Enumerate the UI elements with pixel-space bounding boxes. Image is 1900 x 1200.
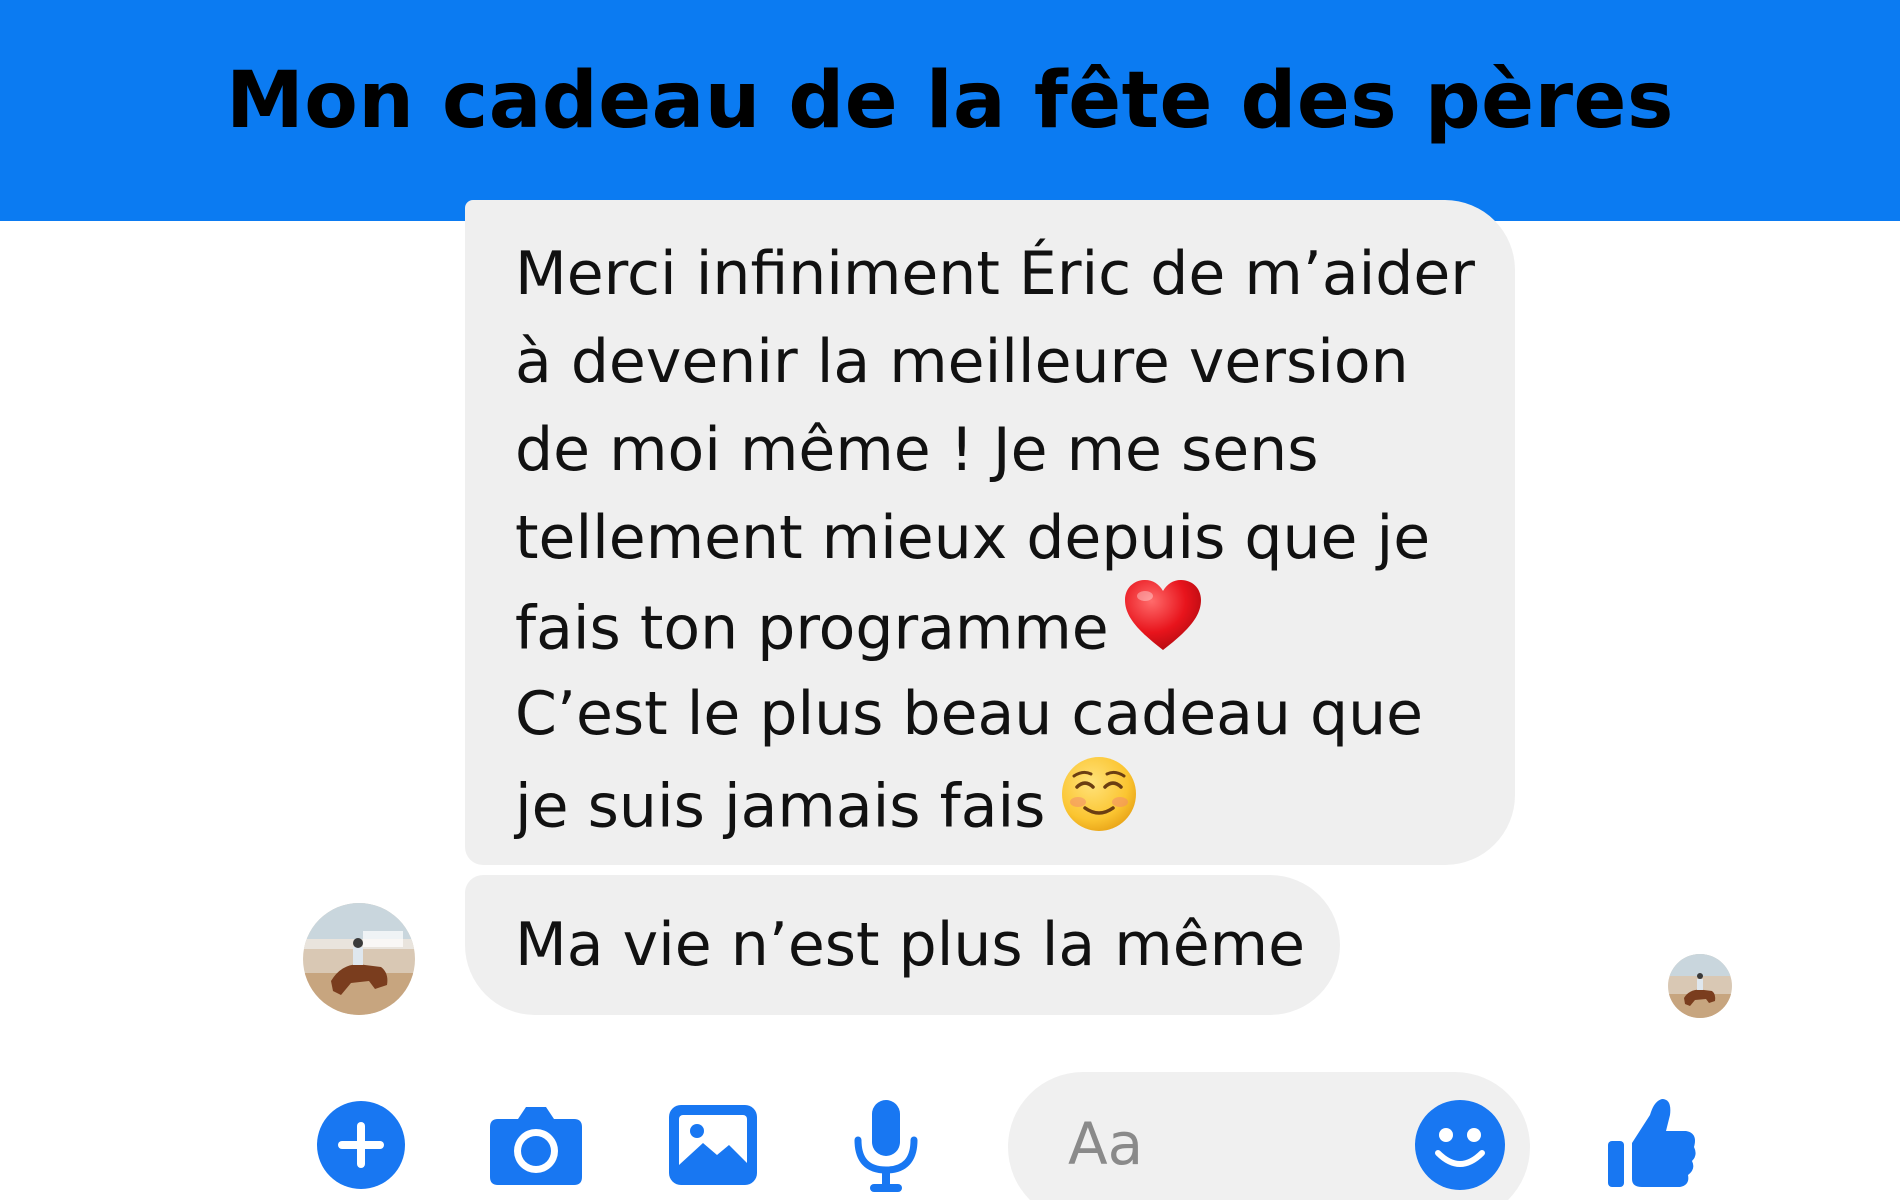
message-line: je suis jamais fais: [515, 771, 1046, 842]
message-bubble: Merci infiniment Éric de m’aider à deven…: [465, 200, 1515, 865]
message-line: C’est le plus beau cadeau que: [515, 679, 1424, 749]
messenger-screenshot: Mon cadeau de la fête des pères Merci in…: [0, 0, 1900, 1200]
microphone-icon[interactable]: [850, 1098, 922, 1194]
thumbs-up-icon[interactable]: [1606, 1095, 1698, 1190]
message-line: de moi même ! Je me sens: [515, 415, 1319, 485]
message-line-with-emoji: fais ton programme: [515, 580, 1485, 670]
title-banner: Mon cadeau de la fête des pères: [0, 0, 1900, 221]
sender-avatar[interactable]: [303, 903, 415, 1015]
emoji-icon[interactable]: [1414, 1099, 1506, 1191]
message-line: fais ton programme: [515, 593, 1109, 664]
message-bubble: Ma vie n’est plus la même: [465, 875, 1340, 1015]
red-heart-icon: [1123, 578, 1203, 678]
camera-icon[interactable]: [488, 1103, 584, 1187]
message-line: à devenir la meilleure version: [515, 327, 1409, 397]
smiling-face-icon: [1059, 754, 1139, 858]
banner-title: Mon cadeau de la fête des pères: [226, 55, 1674, 146]
message-line: tellement mieux depuis que je: [515, 503, 1431, 573]
message-line: Merci infiniment Éric de m’aider: [515, 239, 1475, 309]
plus-icon[interactable]: [316, 1100, 406, 1190]
message-input-placeholder: Aa: [1068, 1110, 1144, 1178]
message-line-with-emoji: je suis jamais fais: [515, 757, 1485, 846]
read-receipt-avatar: [1668, 954, 1732, 1018]
image-icon[interactable]: [667, 1103, 759, 1187]
